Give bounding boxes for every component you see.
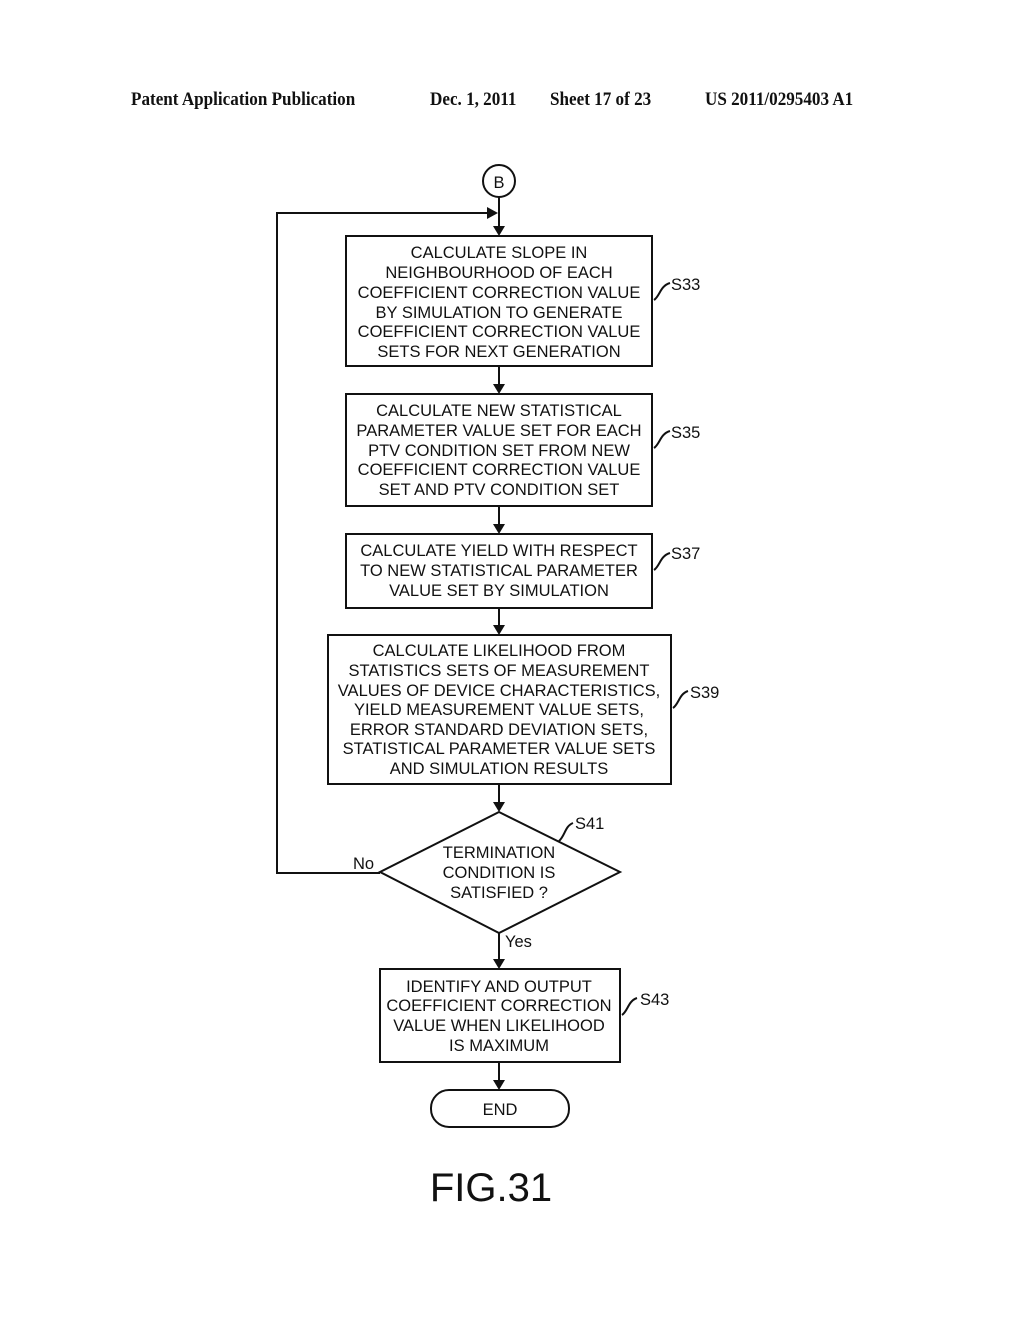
- decision-s41: TERMINATION CONDITION IS SATISFIED ? S41…: [353, 810, 623, 951]
- decision-text: SATISFIED ?: [450, 884, 548, 902]
- step-text: IDENTIFY AND OUTPUT: [406, 978, 592, 996]
- step-text: BY SIMULATION TO GENERATE: [376, 304, 623, 322]
- step-text: ERROR STANDARD DEVIATION SETS,: [350, 721, 648, 739]
- step-s43: IDENTIFY AND OUTPUT COEFFICIENT CORRECTI…: [379, 968, 669, 1063]
- step-text: AND SIMULATION RESULTS: [390, 760, 609, 778]
- arrow-s33: [493, 226, 505, 236]
- decision-text: TERMINATION: [443, 844, 555, 862]
- step-text: COEFFICIENT CORRECTION VALUE: [358, 461, 641, 479]
- step-s39: CALCULATE LIKELIHOOD FROM STATISTICS SET…: [327, 634, 719, 785]
- step-id-label: S39: [690, 684, 719, 702]
- step-text: SETS FOR NEXT GENERATION: [377, 343, 620, 361]
- step-text: VALUE WHEN LIKELIHOOD: [393, 1017, 605, 1035]
- flowchart: B CALCULATE SLOPE IN NEIGHBOURHOOD OF EA…: [276, 164, 719, 1210]
- step-text: CALCULATE NEW STATISTICAL: [376, 402, 622, 420]
- step-text: VALUE SET BY SIMULATION: [389, 582, 609, 600]
- step-id-label: S43: [640, 991, 669, 1009]
- step-id-label: S37: [671, 545, 700, 563]
- connector-label: B: [493, 174, 504, 192]
- step-s35: CALCULATE NEW STATISTICAL PARAMETER VALU…: [345, 393, 700, 507]
- step-id-label: S41: [575, 815, 604, 833]
- yes-label: Yes: [505, 933, 532, 951]
- step-text: STATISTICAL PARAMETER VALUE SETS: [343, 740, 656, 758]
- figure-label: FIG.31: [430, 1166, 552, 1210]
- step-s37: CALCULATE YIELD WITH RESPECT TO NEW STAT…: [345, 533, 700, 609]
- connector-b: B: [482, 164, 516, 198]
- step-id-label: S33: [671, 276, 700, 294]
- step-text: YIELD MEASUREMENT VALUE SETS,: [354, 701, 644, 719]
- no-label: No: [353, 855, 374, 873]
- end-label: END: [483, 1101, 518, 1119]
- step-text: CALCULATE YIELD WITH RESPECT: [360, 542, 637, 560]
- step-text: SET AND PTV CONDITION SET: [379, 481, 620, 499]
- step-text: NEIGHBOURHOOD OF EACH: [385, 264, 612, 282]
- step-text: CALCULATE LIKELIHOOD FROM: [373, 642, 626, 660]
- step-text: COEFFICIENT CORRECTION VALUE: [358, 323, 641, 341]
- arrow-s41: [493, 802, 505, 812]
- decision-text: CONDITION IS: [443, 864, 556, 882]
- step-text: COEFFICIENT CORRECTION VALUE: [358, 284, 641, 302]
- step-text: IS MAXIMUM: [449, 1037, 549, 1055]
- step-text: PTV CONDITION SET FROM NEW: [368, 442, 630, 460]
- arrow-s35: [493, 384, 505, 394]
- step-id-label: S35: [671, 424, 700, 442]
- arrow-s43: [493, 959, 505, 969]
- step-text: VALUES OF DEVICE CHARACTERISTICS,: [338, 682, 660, 700]
- step-text: TO NEW STATISTICAL PARAMETER: [360, 562, 638, 580]
- loop-arrow: [487, 207, 498, 219]
- step-text: STATISTICS SETS OF MEASUREMENT: [349, 662, 650, 680]
- arrow-s39: [493, 625, 505, 635]
- arrow-s37: [493, 524, 505, 534]
- step-text: PARAMETER VALUE SET FOR EACH: [356, 422, 641, 440]
- end-terminator: END: [430, 1089, 570, 1128]
- step-s33: CALCULATE SLOPE IN NEIGHBOURHOOD OF EACH…: [345, 235, 700, 367]
- step-text: CALCULATE SLOPE IN: [411, 244, 588, 262]
- step-text: COEFFICIENT CORRECTION: [386, 997, 611, 1015]
- arrow-end: [493, 1080, 505, 1090]
